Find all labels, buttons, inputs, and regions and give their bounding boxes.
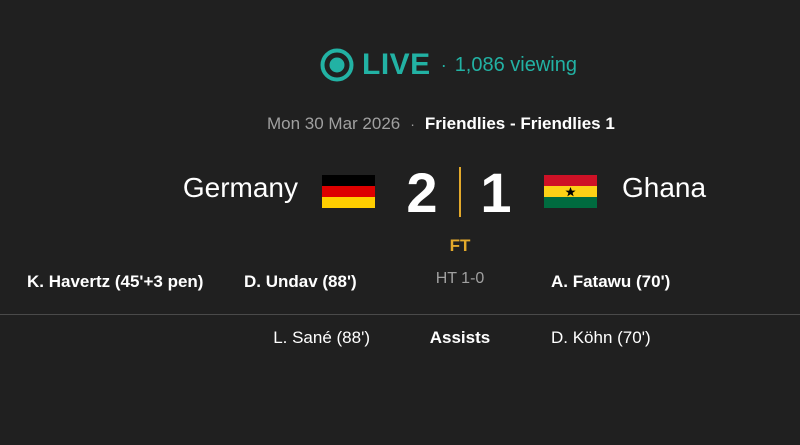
match-meta: Mon 30 Mar 2026 · Friendlies - Friendlie… (267, 114, 615, 134)
viewer-count: 1,086 viewing (454, 53, 577, 76)
ghana-flag-icon (544, 175, 597, 208)
home-team-name[interactable]: Germany (183, 172, 298, 204)
halftime-score: HT 1-0 (435, 270, 485, 287)
live-separator: · (440, 54, 447, 75)
live-indicator: LIVE · 1,086 viewing (320, 44, 577, 86)
assists-row: L. Sané (88') Assists D. Köhn (70') (0, 328, 800, 352)
live-broadcast-icon (320, 48, 354, 82)
assists-label: Assists (429, 328, 491, 347)
home-score: 2 (406, 161, 438, 224)
match-status: FT (449, 236, 471, 255)
away-assist: D. Köhn (70') (551, 328, 651, 347)
away-scorer: A. Fatawu (70') (551, 272, 671, 291)
meta-separator: · (410, 116, 415, 132)
score-divider (459, 167, 461, 217)
match-date: Mon 30 Mar 2026 (267, 114, 401, 133)
competition-link[interactable]: Friendlies - Friendlies 1 (425, 114, 615, 134)
home-assist: L. Sané (88') (273, 328, 370, 347)
section-divider (0, 314, 800, 315)
away-score: 1 (480, 161, 512, 224)
away-team-name[interactable]: Ghana (622, 172, 706, 204)
scorers-row: K. Havertz (45'+3 pen) D. Undav (88') HT… (0, 270, 800, 296)
germany-flag-icon (322, 175, 375, 208)
home-scorer: K. Havertz (45'+3 pen) (27, 272, 204, 291)
live-label: LIVE (362, 48, 431, 81)
home-scorer: D. Undav (88') (244, 272, 357, 291)
